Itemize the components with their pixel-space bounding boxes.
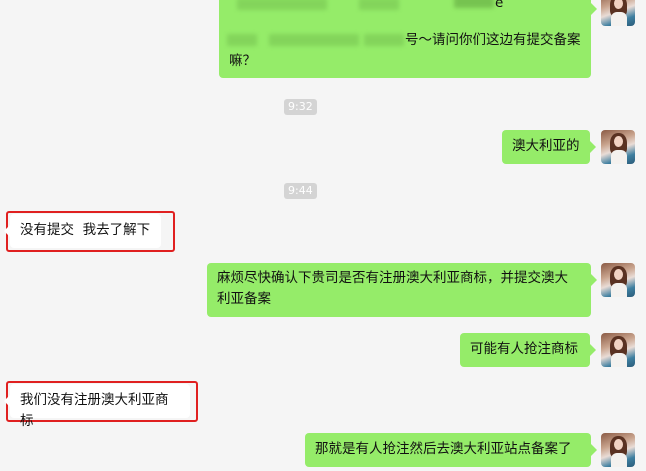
message-text: 我们没有注册澳大利亚商标 <box>20 392 169 429</box>
redacted-area <box>227 34 257 46</box>
message-text-line: 嘛？ <box>229 53 256 69</box>
redacted-area <box>359 0 399 10</box>
message-text: 澳大利亚的 <box>512 138 580 154</box>
user-avatar[interactable] <box>601 130 635 164</box>
message-bubble-outgoing[interactable]: 麻烦尽快确认下贵司是否有注册澳大利亚商标，并提交澳大 利亚备案 <box>207 263 597 317</box>
timestamp: 9:32 <box>284 99 317 115</box>
redacted-area <box>454 0 494 8</box>
redacted-area <box>364 34 404 46</box>
chat-window[interactable]: e 号～请问你们这边有提交备案 嘛？ 9:32 澳大利亚的 9:44 没有提交 … <box>0 0 646 471</box>
user-avatar[interactable] <box>601 333 635 367</box>
message-text-line: 麻烦尽快确认下贵司是否有注册澳大利亚商标，并提交澳大 <box>217 270 568 286</box>
message-bubble-incoming[interactable]: 没有提交 我去了解下 <box>4 214 161 248</box>
message-text-line: e <box>495 0 504 11</box>
message-bubble-outgoing[interactable]: 澳大利亚的 <box>502 130 596 164</box>
user-avatar[interactable] <box>601 0 635 26</box>
message-bubble-incoming[interactable]: 我们没有注册澳大利亚商标 <box>4 384 190 429</box>
redacted-area <box>269 34 359 46</box>
redacted-area <box>237 0 327 10</box>
message-bubble-outgoing[interactable]: e 号～请问你们这边有提交备案 嘛？ <box>219 0 597 78</box>
message-text-line: 号～请问你们这边有提交备案 <box>405 32 581 48</box>
user-avatar[interactable] <box>601 263 635 297</box>
timestamp: 9:44 <box>284 183 317 199</box>
user-avatar[interactable] <box>601 433 635 467</box>
message-text: 没有提交 我去了解下 <box>20 222 151 238</box>
message-text-line: 利亚备案 <box>217 291 271 307</box>
message-text: 可能有人抢注商标 <box>470 341 578 357</box>
message-text: 那就是有人抢注然后去澳大利亚站点备案了 <box>315 441 572 457</box>
message-bubble-outgoing[interactable]: 可能有人抢注商标 <box>460 333 596 367</box>
message-bubble-outgoing[interactable]: 那就是有人抢注然后去澳大利亚站点备案了 <box>305 433 597 467</box>
